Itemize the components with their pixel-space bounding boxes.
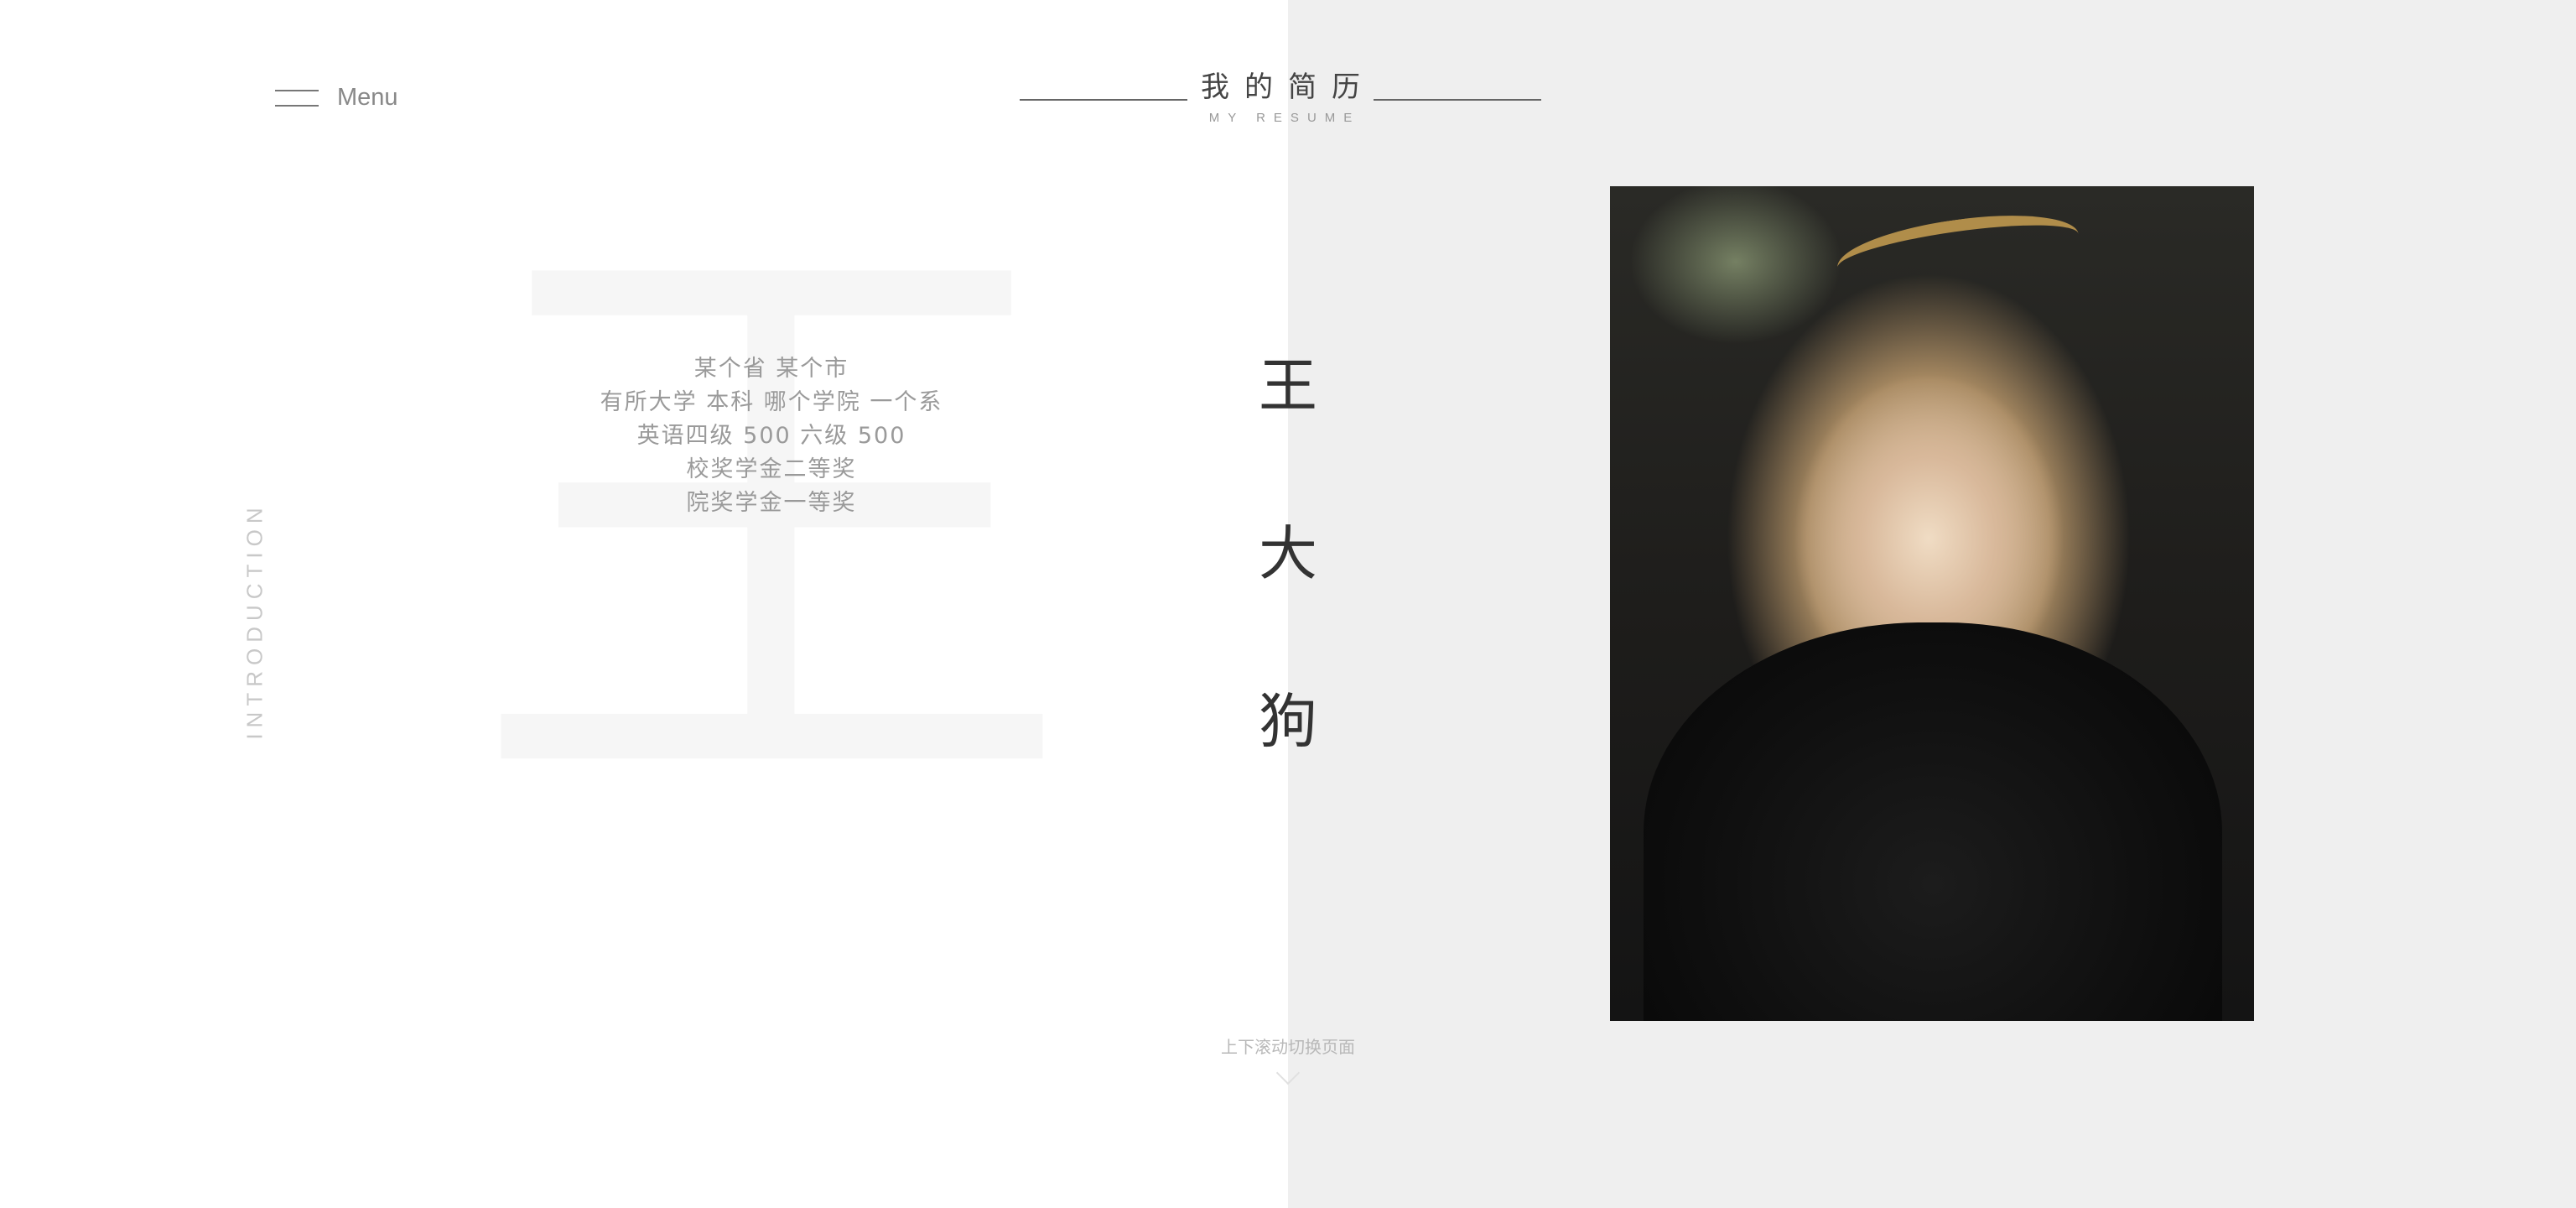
info-line-english: 英语四级 500 六级 500	[636, 423, 906, 449]
info-line-education: 有所大学 本科 哪个学院 一个系	[600, 389, 943, 415]
person-name: 王 大 狗	[1254, 344, 1322, 847]
photo-dress	[1644, 622, 2222, 1021]
scroll-hint-text: 上下滚动切换页面	[1221, 1037, 1355, 1057]
chevron-down-icon	[1275, 1060, 1301, 1086]
menu-button[interactable]: Menu	[275, 81, 398, 114]
scroll-hint[interactable]: 上下滚动切换页面	[1204, 1034, 1372, 1086]
info-line-college-award: 院奖学金一等奖	[686, 490, 857, 516]
title-rule-left	[1020, 99, 1187, 101]
info-line-location: 某个省 某个市	[693, 356, 849, 382]
menu-label: Menu	[337, 83, 398, 111]
name-char-3: 狗	[1259, 687, 1317, 756]
name-char-2: 大	[1259, 519, 1317, 588]
page-title: 我的简历 MY RESUME	[1020, 65, 1541, 125]
watermark-character: 王	[470, 177, 1073, 880]
introduction-label: INTRODUCTION	[242, 502, 267, 740]
intro-info: 某个省 某个市 有所大学 本科 哪个学院 一个系 英语四级 500 六级 500…	[520, 352, 1023, 520]
name-char-1: 王	[1259, 351, 1317, 420]
hamburger-icon	[275, 88, 319, 107]
portrait-photo	[1610, 186, 2254, 1021]
title-english: MY RESUME	[1208, 111, 1361, 125]
photo-headband	[1833, 203, 2083, 299]
title-rule-right	[1374, 99, 1541, 101]
title-chinese: 我的简历	[1201, 70, 1375, 104]
info-line-school-award: 校奖学金二等奖	[686, 456, 857, 482]
